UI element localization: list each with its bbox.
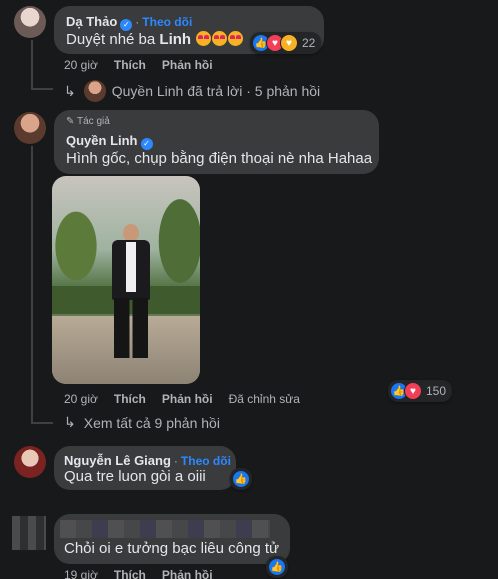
avatar-da-thao[interactable]	[14, 6, 46, 38]
avatar-nguyen-le-giang[interactable]	[14, 446, 46, 478]
timestamp[interactable]: 20 giờ	[64, 392, 98, 406]
reactions-summary[interactable]: 👍	[230, 468, 252, 490]
avatar-blurred[interactable]	[12, 516, 46, 550]
comment-bubble: Chỏi oi e tưởng bạc liêu công tử	[54, 514, 290, 564]
person-legs	[114, 298, 148, 358]
care-reaction-icon: ♥	[280, 34, 298, 52]
person-shirt	[126, 242, 136, 292]
like-button[interactable]: Thích	[114, 568, 146, 579]
thread-connector	[31, 88, 53, 90]
reaction-count: 22	[302, 36, 316, 50]
like-reaction-icon: 👍	[268, 558, 286, 576]
view-replies-link[interactable]: ↳ Quyền Linh đã trả lời · 5 phản hồi	[64, 80, 320, 102]
thread-connector	[31, 422, 53, 424]
reactions-summary[interactable]: 👍 ♥ 150	[388, 380, 453, 402]
heart-eyes-emoji-icon	[228, 31, 244, 46]
reply-button[interactable]: Phản hồi	[162, 568, 213, 579]
love-reaction-icon: ♥	[404, 382, 422, 400]
like-button[interactable]: Thích	[114, 58, 146, 72]
comment-actions: 20 giờ Thích Phản hồi	[64, 58, 229, 72]
reactions-summary[interactable]: 👍 ♥ ♥ 22	[250, 32, 322, 54]
timestamp[interactable]: 20 giờ	[64, 58, 98, 72]
avatar-quyen-linh[interactable]	[14, 112, 46, 144]
reply-button[interactable]: Phản hồi	[162, 58, 213, 72]
heart-eyes-emoji-icon	[196, 31, 212, 46]
like-reaction-icon: 👍	[232, 470, 250, 488]
reply-arrow-icon: ↳	[64, 414, 76, 430]
comment-text: Chỏi oi e tưởng bạc liêu công tử	[64, 540, 280, 557]
comment-actions: 20 giờ Thích Phản hồi Đã chỉnh sửa	[64, 392, 316, 406]
comment-actions: 19 giờ Thích Phản hồi	[64, 568, 229, 579]
reply-button[interactable]: Phản hồi	[162, 392, 213, 406]
comment-bubble: ✎ Tác giả Quyền Linh ✓ Hình gốc, chụp bằn…	[54, 110, 379, 174]
verified-badge-icon: ✓	[120, 19, 133, 31]
thread-line	[31, 146, 33, 424]
view-all-replies-link[interactable]: ↳ Xem tất cả 9 phản hồi	[64, 414, 220, 431]
timestamp[interactable]: 19 giờ	[64, 568, 98, 579]
reactions-summary[interactable]: 👍	[266, 556, 288, 578]
heart-eyes-emoji-icon	[212, 31, 228, 46]
mention-link[interactable]: Linh	[159, 31, 191, 48]
author-name[interactable]: Quyền Linh	[66, 133, 138, 148]
author-name[interactable]: Nguyễn Lê Giang	[64, 453, 171, 468]
author-badge: Tác giả	[77, 116, 110, 127]
comment-photo[interactable]	[52, 176, 200, 384]
author-name-blurred[interactable]	[60, 520, 270, 538]
comment-text: Duyệt nhé ba Linh	[66, 31, 244, 48]
edited-label: Đã chỉnh sửa	[228, 392, 300, 406]
pencil-icon: ✎	[66, 116, 75, 127]
follow-button[interactable]: Theo dõi	[181, 454, 231, 468]
reply-arrow-icon: ↳	[64, 82, 76, 99]
avatar-quyen-linh-small	[83, 80, 106, 102]
comment-text: Qua tre luon gòi a oiii	[64, 468, 206, 485]
reaction-count: 150	[426, 384, 447, 398]
follow-button[interactable]: Theo dõi	[142, 15, 192, 29]
thread-line	[31, 40, 33, 90]
verified-badge-icon: ✓	[140, 138, 153, 150]
author-name[interactable]: Dạ Thảo	[66, 14, 117, 29]
comment-text: Hình gốc, chụp bằng điện thoại nè nha Ha…	[66, 150, 373, 167]
comment-bubble: Nguyễn Lê Giang · Theo dõi Qua tre luon gò…	[54, 446, 236, 490]
like-button[interactable]: Thích	[114, 392, 146, 406]
